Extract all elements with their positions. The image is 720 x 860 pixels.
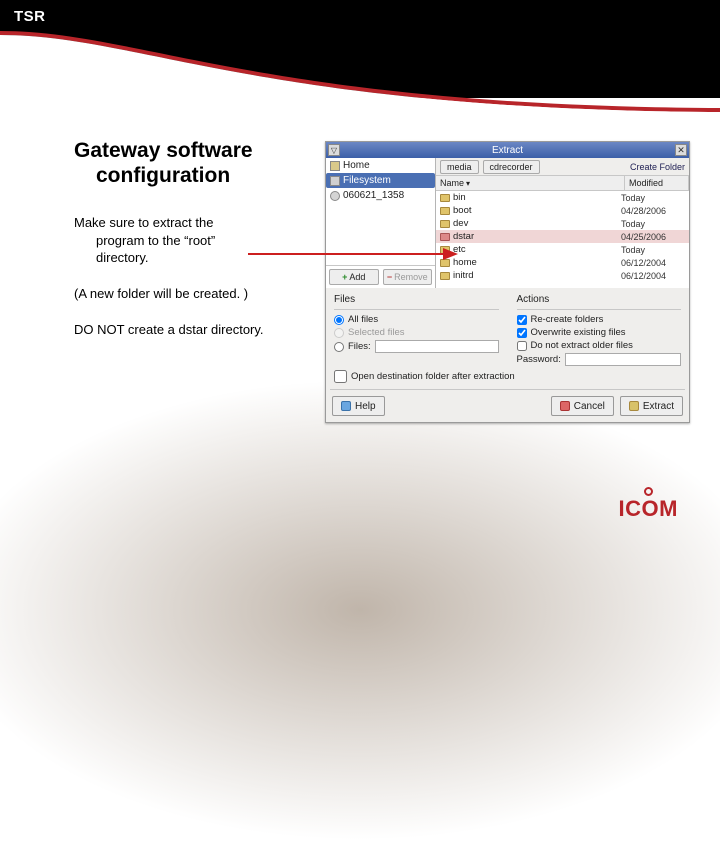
extract-dialog: ▽ Extract ✕ Home Filesystem 060621_1358 …: [325, 141, 690, 423]
list-item[interactable]: initrd06/12/2004: [436, 269, 689, 282]
list-item[interactable]: etcToday: [436, 243, 689, 256]
create-folder-link[interactable]: Create Folder: [630, 162, 685, 172]
extract-icon: [629, 401, 639, 411]
help-icon: [341, 401, 351, 411]
folder-icon: [440, 207, 450, 215]
list-item[interactable]: devToday: [436, 217, 689, 230]
add-place-button[interactable]: +Add: [329, 269, 379, 285]
icom-logo: ICOM: [619, 484, 678, 522]
dialog-options: Files All files Selected files Files: Ac…: [326, 288, 689, 368]
halo-graphic: [0, 360, 720, 860]
list-item[interactable]: home06/12/2004: [436, 256, 689, 269]
col-modified[interactable]: Modified: [625, 176, 689, 190]
folder-icon: [440, 259, 450, 267]
dialog-buttons: Help Cancel Extract: [326, 390, 689, 422]
tree-filesystem[interactable]: Filesystem: [326, 173, 435, 188]
folder-icon: [440, 233, 450, 241]
text-column: Gateway software configuration Make sure…: [74, 138, 314, 356]
chk-recreate[interactable]: [517, 315, 527, 325]
tree-home-label: Home: [343, 160, 370, 171]
swoosh-graphic: [0, 0, 720, 130]
chk-open-after[interactable]: [334, 370, 347, 383]
col-name[interactable]: Name▾: [436, 176, 625, 190]
close-icon[interactable]: ✕: [675, 144, 687, 156]
p1l2: program to the “root”: [74, 232, 314, 250]
opt-overwrite[interactable]: Overwrite existing files: [517, 327, 682, 338]
actions-heading: Actions: [517, 294, 682, 305]
para-donot: DO NOT create a dstar directory.: [74, 321, 314, 339]
cd-icon: [330, 191, 340, 201]
extract-button[interactable]: Extract: [620, 396, 683, 416]
dialog-title-text: Extract: [492, 145, 523, 156]
radio-selected[interactable]: [334, 328, 344, 338]
para-extract: Make sure to extract the program to the …: [74, 214, 314, 267]
files-group: Files All files Selected files Files:: [334, 294, 499, 366]
remove-label: Remove: [394, 272, 428, 282]
cancel-button[interactable]: Cancel: [551, 396, 614, 416]
radio-all[interactable]: [334, 315, 344, 325]
password-label: Password:: [517, 354, 561, 365]
tree-home[interactable]: Home: [326, 158, 435, 173]
tree-cd-folder[interactable]: 060621_1358: [326, 188, 435, 203]
files-heading: Files: [334, 294, 499, 305]
files-pattern-input[interactable]: [375, 340, 499, 353]
dialog-top-area: Home Filesystem 060621_1358 +Add −Remove…: [326, 158, 689, 288]
password-row: Password:: [517, 353, 682, 366]
remove-place-button[interactable]: −Remove: [383, 269, 433, 285]
home-icon: [330, 161, 340, 171]
expand-icon[interactable]: ▽: [328, 144, 340, 156]
crumb-media[interactable]: media: [440, 160, 479, 174]
slide-title: Gateway software configuration: [74, 138, 314, 188]
sort-icon: ▾: [466, 179, 470, 188]
opt-older[interactable]: Do not extract older files: [517, 340, 682, 351]
tree-filesystem-label: Filesystem: [343, 175, 391, 186]
folder-icon: [440, 194, 450, 202]
tree-buttons: +Add −Remove: [326, 265, 435, 288]
filesystem-icon: [330, 176, 340, 186]
logo-text: ICOM: [619, 496, 678, 522]
folder-icon: [440, 246, 450, 254]
tree-folder-label: 060621_1358: [343, 190, 404, 201]
folder-icon: [440, 272, 450, 280]
file-panel: media cdrecorder Create Folder Name▾ Mod…: [436, 158, 689, 288]
dialog-titlebar[interactable]: ▽ Extract ✕: [326, 142, 689, 158]
folder-icon: [440, 220, 450, 228]
minus-icon: −: [387, 272, 392, 282]
open-after-label: Open destination folder after extraction: [351, 371, 515, 382]
list-header: Name▾ Modified: [436, 176, 689, 191]
help-button[interactable]: Help: [332, 396, 385, 416]
cancel-icon: [560, 401, 570, 411]
opt-selected-files[interactable]: Selected files: [334, 327, 499, 338]
list-item-dstar[interactable]: dstar04/25/2006: [436, 230, 689, 243]
title-line1: Gateway software: [74, 139, 253, 162]
chk-overwrite[interactable]: [517, 328, 527, 338]
p1l3: directory.: [74, 249, 314, 267]
open-after-row[interactable]: Open destination folder after extraction: [326, 368, 689, 389]
title-line2: configuration: [74, 163, 314, 188]
opt-all-files[interactable]: All files: [334, 314, 499, 325]
file-list[interactable]: binToday boot04/28/2006 devToday dstar04…: [436, 191, 689, 288]
radio-pattern[interactable]: [334, 342, 344, 352]
crumb-cdrecorder[interactable]: cdrecorder: [483, 160, 540, 174]
path-bar: media cdrecorder Create Folder: [436, 158, 689, 176]
chk-older[interactable]: [517, 341, 527, 351]
para-newfolder: (A new folder will be created. ): [74, 285, 314, 303]
p1l1: Make sure to extract the: [74, 215, 213, 230]
opt-recreate[interactable]: Re-create folders: [517, 314, 682, 325]
password-input[interactable]: [565, 353, 681, 366]
plus-icon: +: [342, 272, 347, 282]
opt-files-pattern[interactable]: Files:: [334, 340, 499, 353]
logo-ring-icon: [644, 487, 653, 496]
add-label: Add: [349, 272, 365, 282]
list-item[interactable]: binToday: [436, 191, 689, 204]
places-tree: Home Filesystem 060621_1358 +Add −Remove: [326, 158, 436, 288]
list-item[interactable]: boot04/28/2006: [436, 204, 689, 217]
actions-group: Actions Re-create folders Overwrite exis…: [517, 294, 682, 366]
